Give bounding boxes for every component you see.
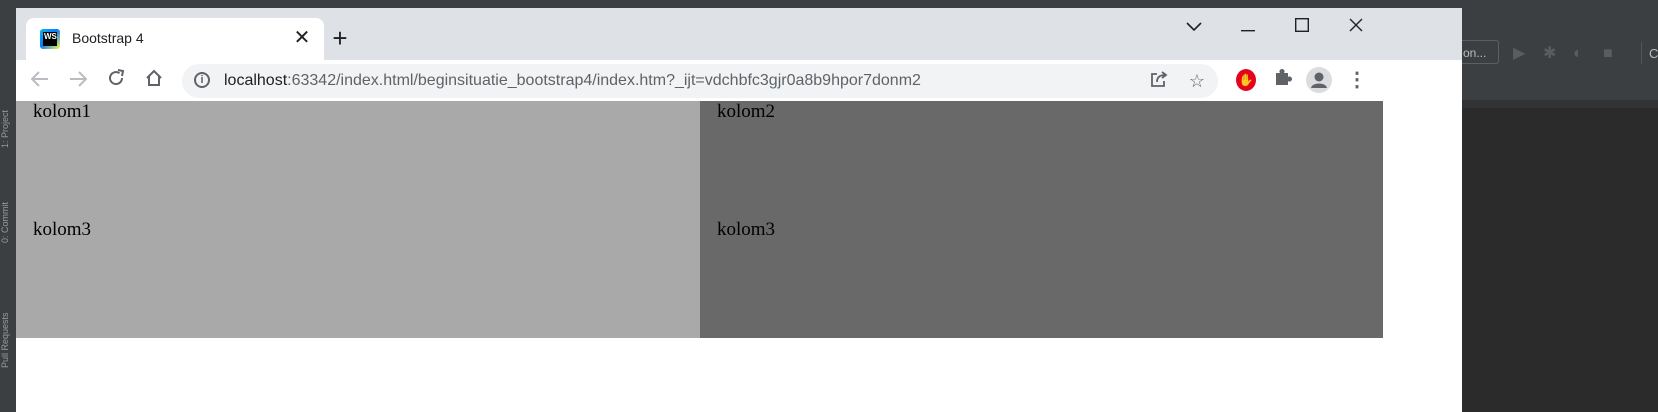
cell-kolom2: kolom2	[717, 101, 776, 122]
tab-title: Bootstrap 4	[72, 30, 144, 46]
close-window-button[interactable]	[1332, 8, 1380, 44]
title-bar: WS Bootstrap 4 ✕ +	[16, 8, 1462, 60]
url-host: localhost	[224, 72, 288, 89]
toolbar-divider	[1641, 42, 1642, 64]
favicon-text: WS	[43, 32, 57, 46]
webstorm-favicon-icon: WS	[40, 29, 60, 49]
ide-side-toolbar: 1: Project 0: Commit Pull Requests	[0, 8, 16, 412]
browser-tab[interactable]: WS Bootstrap 4 ✕	[26, 18, 324, 60]
maximize-button[interactable]	[1278, 8, 1326, 44]
ide-tab-commit[interactable]: 0: Commit	[0, 173, 16, 243]
bookmark-star-icon[interactable]: ☆	[1186, 70, 1208, 92]
home-icon[interactable]	[138, 64, 170, 96]
column-left: kolom1 kolom3	[16, 101, 700, 338]
minimize-button[interactable]	[1224, 8, 1272, 44]
share-icon[interactable]	[1148, 70, 1170, 92]
coverage-icon[interactable]: ◐	[1573, 46, 1583, 62]
ide-tab-project[interactable]: 1: Project	[0, 78, 16, 148]
cell-kolom3-left: kolom3	[33, 219, 92, 240]
cell-kolom1: kolom1	[33, 101, 92, 122]
url-text[interactable]: localhost:63342/index.html/beginsituatie…	[224, 72, 921, 90]
debug-icon[interactable]: ✱	[1543, 46, 1556, 62]
ide-overflow-label: C	[1649, 46, 1658, 61]
forward-arrow-icon[interactable]	[62, 64, 94, 96]
cell-kolom3-right: kolom3	[717, 219, 776, 240]
back-arrow-icon[interactable]	[24, 64, 56, 96]
browser-toolbar: i localhost:63342/index.html/beginsituat…	[16, 60, 1462, 100]
browser-window: WS Bootstrap 4 ✕ + i localhost:63342/ind…	[16, 8, 1462, 412]
tab-close-icon[interactable]: ✕	[288, 24, 316, 52]
run-config-select[interactable]: on...	[1461, 40, 1499, 64]
ide-tab-pull-requests[interactable]: Pull Requests	[0, 278, 16, 368]
extensions-puzzle-icon[interactable]	[1270, 67, 1296, 93]
stop-icon[interactable]: ■	[1603, 46, 1613, 62]
ide-editor-tabs	[1461, 100, 1658, 108]
address-bar[interactable]: i localhost:63342/index.html/beginsituat…	[182, 64, 1218, 98]
tab-search-chevron-down-icon[interactable]	[1170, 8, 1218, 44]
column-right: kolom2 kolom3	[700, 101, 1383, 338]
profile-avatar-icon[interactable]	[1306, 67, 1332, 93]
ide-title-bar	[0, 0, 1658, 8]
kebab-menu-icon[interactable]: ⋮	[1344, 67, 1370, 93]
new-tab-button[interactable]: +	[325, 24, 355, 54]
page-content: kolom1 kolom3 kolom2 kolom3	[16, 101, 1383, 412]
reload-icon[interactable]	[100, 64, 132, 96]
url-path: :63342/index.html/beginsituatie_bootstra…	[287, 72, 921, 89]
ide-toolbar: on... ▶ ✱ ◐ ■ C	[1461, 8, 1658, 100]
site-info-icon[interactable]: i	[194, 72, 210, 88]
ublock-extension-icon[interactable]: ✋	[1236, 69, 1256, 91]
run-icon[interactable]: ▶	[1513, 46, 1525, 62]
